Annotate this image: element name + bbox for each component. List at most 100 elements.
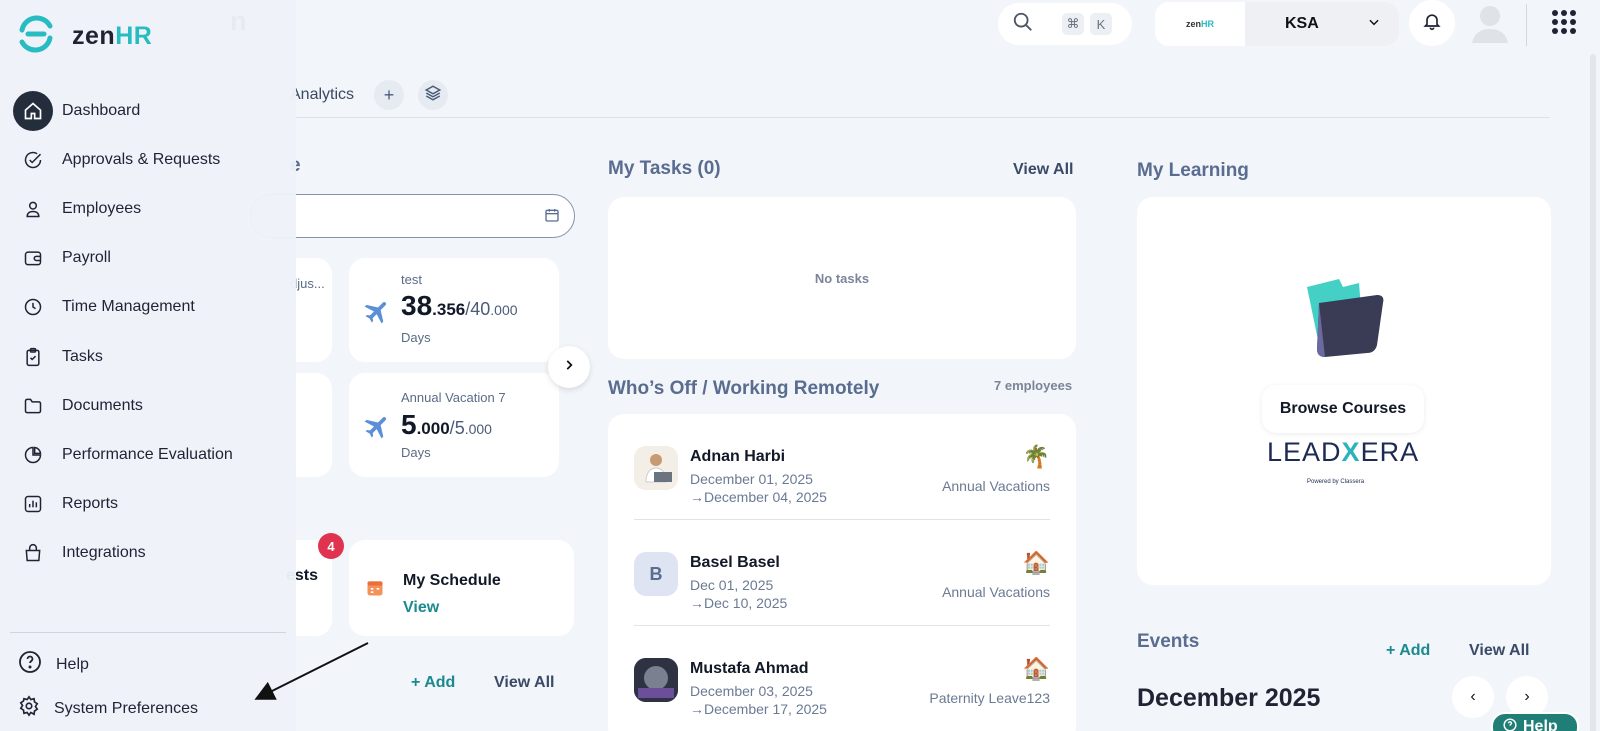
sidebar-item-label: Payroll [62,249,111,267]
learning-card: Browse Courses LEADXERA Powered by Class… [1137,197,1551,585]
sidebar-divider [10,632,286,633]
sidebar-item-label: Employees [62,199,142,217]
chevron-right-icon: › [1524,688,1530,705]
balance-card-label: test [401,272,422,287]
list-item[interactable]: Mustafa Ahmad December 03, 2025 →Decembe… [634,626,1050,731]
list-item[interactable]: B Basel Basel Dec 01, 2025 →Dec 10, 2025… [634,520,1050,626]
country-select-value: KSA [1285,15,1319,32]
chevron-down-icon [1367,15,1381,34]
my-tasks-title: My Tasks (0) [608,158,721,179]
shortcut-cmd-key: ⌘ [1062,13,1084,35]
apps-grid-button[interactable] [1552,10,1576,34]
avatar [634,658,678,702]
layers-button[interactable] [418,80,449,110]
user-avatar[interactable] [1468,1,1512,45]
leave-type: Annual Vacations [942,478,1050,494]
leave-end-date: →December 17, 2025 [690,701,827,717]
sidebar-item-label: Integrations [62,544,146,562]
company-selector[interactable]: zen HR KSA [1155,2,1399,46]
leave-end-date: →December 04, 2025 [690,489,827,505]
add-tab-button[interactable]: + [374,80,405,110]
folder-icon [18,391,48,421]
search-button[interactable]: ⌘ K [998,3,1132,45]
leave-type: Paternity Leave123 [929,690,1050,706]
calendar-icon [365,578,385,603]
gear-icon [18,695,40,722]
sidebar-item-employees[interactable]: Employees [12,184,282,233]
sidebar-item-label: Time Management [62,298,195,316]
country-select[interactable]: KSA [1245,2,1399,46]
layers-icon [424,84,442,107]
house-icon: 🏠 [1022,550,1050,575]
view-all-link[interactable]: View All [494,674,554,692]
help-floating-label: Help [1523,718,1558,731]
bag-icon [18,538,48,568]
sidebar-system-preferences[interactable]: System Preferences [18,695,198,722]
sidebar-item-label: Reports [62,495,119,513]
page-scrollbar[interactable] [1590,54,1596,731]
sidebar-item-label: Documents [62,396,143,414]
balance-card-test[interactable]: test 38.356/40.000 Days [349,258,559,362]
dashboard-tabs: Analytics + [290,80,449,110]
user-icon [18,194,48,224]
leave-start-date: Dec 01, 2025 [690,577,774,593]
sidebar-item-time-management[interactable]: Time Management [12,283,282,332]
question-circle-icon [18,650,42,679]
employees-count[interactable]: 7 employees [994,378,1072,393]
my-schedule-card[interactable]: My Schedule View [349,540,574,636]
pie-chart-icon [18,440,48,470]
sidebar-item-label: Performance Evaluation [62,445,233,463]
sidebar-item-documents[interactable]: Documents [12,381,282,430]
employee-name: Adnan Harbi [690,448,786,465]
leave-start-date: December 03, 2025 [690,683,813,699]
folder-illustration-icon [1299,273,1389,368]
leave-end-date: →Dec 10, 2025 [690,595,788,611]
empty-tasks-text: No tasks [814,270,870,286]
balance-unit: Days [401,445,431,460]
avatar: B [634,552,678,596]
sidebar-item-approvals[interactable]: Approvals & Requests [12,135,282,184]
calendar-icon [544,207,560,228]
help-floating-button[interactable]: Help [1491,712,1579,731]
tabs-divider [290,117,1550,118]
chevron-left-icon: ‹ [1470,688,1476,705]
sidebar-item-integrations[interactable]: Integrations [12,529,282,578]
sidebar-help-label: Help [56,655,89,673]
events-view-all-link[interactable]: View All [1469,642,1529,660]
sidebar-item-payroll[interactable]: Payroll [12,234,282,283]
arrow-right-icon: → [690,701,704,717]
previous-month-button[interactable]: ‹ [1452,676,1494,718]
logo-text: zenHR [72,22,153,50]
schedule-view-link[interactable]: View [403,599,439,617]
tab-analytics[interactable]: Analytics [290,86,354,104]
plus-icon: + [383,84,395,105]
sidebar-item-performance[interactable]: Performance Evaluation [12,430,282,479]
next-cards-button[interactable] [548,346,590,388]
plane-icon [363,411,393,446]
date-range-input[interactable] [250,194,575,238]
avatar [634,446,678,490]
events-month-title: December 2025 [1137,684,1321,712]
sidebar-help[interactable]: Help [18,650,89,679]
zenhr-logo[interactable]: zenHR [16,14,152,59]
events-add-link[interactable]: + Add [1386,642,1430,660]
browse-courses-button[interactable]: Browse Courses [1262,385,1424,433]
leadxera-powered-by: Powered by Classera [1307,479,1365,485]
notifications-button[interactable] [1409,0,1455,46]
arrow-right-icon: → [690,595,704,611]
tasks-view-all-link[interactable]: View All [1013,161,1073,179]
balance-value: 38.356/40.000 [401,290,518,321]
sidebar: zenHR Dashboard Approvals & Requests Emp… [0,0,296,731]
whos-off-card: Adnan Harbi December 01, 2025 →December … [608,414,1076,731]
divider [1526,4,1527,46]
arrow-right-icon: → [690,489,704,505]
bar-chart-icon [18,489,48,519]
balance-card-annual-vacation[interactable]: Annual Vacation 7 5.000/5.000 Days [349,373,559,477]
sidebar-item-dashboard[interactable]: Dashboard [12,86,282,135]
leave-start-date: December 01, 2025 [690,471,813,487]
sidebar-item-tasks[interactable]: Tasks [12,332,282,381]
add-link[interactable]: + Add [411,674,455,692]
my-learning-title: My Learning [1137,160,1249,181]
sidebar-item-reports[interactable]: Reports [12,480,282,529]
list-item[interactable]: Adnan Harbi December 01, 2025 →December … [634,414,1050,520]
